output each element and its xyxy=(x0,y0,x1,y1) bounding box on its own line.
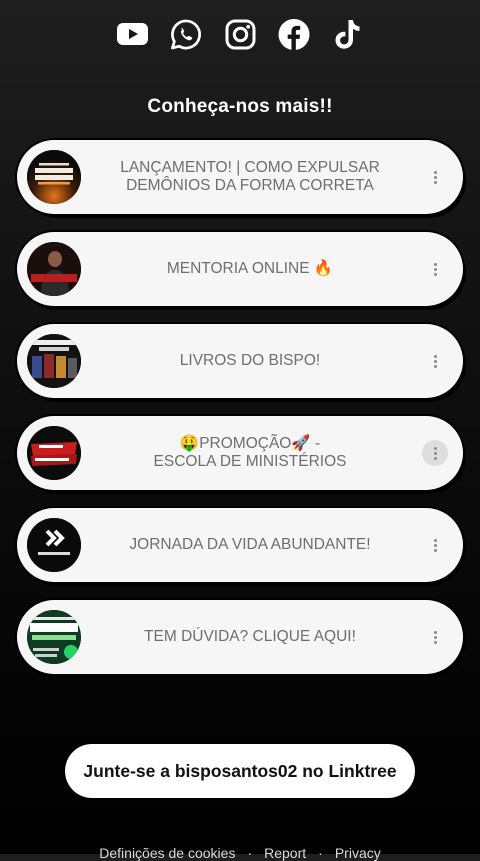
link-card-livros-do-bispo[interactable]: LIVROS DO BISPO! xyxy=(17,324,463,398)
more-options-icon[interactable] xyxy=(422,348,448,374)
link-list: LANÇAMENTO! | COMO EXPULSAR DEMÔNIOS DA F… xyxy=(17,140,463,692)
page-heading: Conheça-nos mais!! xyxy=(147,96,333,117)
footer-separator: · xyxy=(247,845,253,861)
instagram-icon[interactable] xyxy=(224,14,256,54)
link-thumbnail xyxy=(27,610,81,664)
link-thumbnail xyxy=(27,334,81,388)
more-options-icon[interactable] xyxy=(422,532,448,558)
link-card-escola-de-ministerios[interactable]: 🤑PROMOÇÃO🚀 - ESCOLA DE MINISTÉRIOS xyxy=(17,416,463,490)
more-options-icon[interactable] xyxy=(422,440,448,466)
link-thumbnail xyxy=(27,150,81,204)
facebook-icon[interactable] xyxy=(278,14,310,54)
link-card-expulsar-demonios[interactable]: LANÇAMENTO! | COMO EXPULSAR DEMÔNIOS DA F… xyxy=(17,140,463,214)
link-label: MENTORIA ONLINE 🔥 xyxy=(166,260,334,277)
privacy-link[interactable]: Privacy xyxy=(335,845,381,861)
link-thumbnail xyxy=(27,518,81,572)
whatsapp-icon[interactable] xyxy=(170,14,202,54)
link-label: LIVROS DO BISPO! xyxy=(179,352,321,369)
footer-separator: · xyxy=(318,845,323,861)
footer-links: Definições de cookies · Report · Privacy xyxy=(0,845,480,861)
link-card-tem-duvida[interactable]: TEM DÚVIDA? CLIQUE AQUI! xyxy=(17,600,463,674)
join-linktree-button[interactable]: Junte-se a bisposantos02 no Linktree xyxy=(65,744,415,798)
more-options-icon[interactable] xyxy=(422,164,448,190)
link-thumbnail xyxy=(27,426,81,480)
cookie-settings-link[interactable]: Definições de cookies xyxy=(99,845,235,861)
link-label: TEM DÚVIDA? CLIQUE AQUI! xyxy=(144,628,356,645)
youtube-icon[interactable] xyxy=(116,14,148,54)
link-label: LANÇAMENTO! | COMO EXPULSAR DEMÔNIOS DA F… xyxy=(120,159,380,194)
report-link[interactable]: Report xyxy=(264,845,306,861)
link-label: 🤑PROMOÇÃO🚀 - ESCOLA DE MINISTÉRIOS xyxy=(153,435,347,470)
link-card-jornada-vida-abundante[interactable]: JORNADA DA VIDA ABUNDANTE! xyxy=(17,508,463,582)
more-options-icon[interactable] xyxy=(422,256,448,282)
link-thumbnail xyxy=(27,242,81,296)
link-card-mentoria-online[interactable]: MENTORIA ONLINE 🔥 xyxy=(17,232,463,306)
tiktok-icon[interactable] xyxy=(332,14,364,54)
social-icons-row xyxy=(0,14,480,54)
link-label: JORNADA DA VIDA ABUNDANTE! xyxy=(129,536,371,553)
more-options-icon[interactable] xyxy=(422,624,448,650)
